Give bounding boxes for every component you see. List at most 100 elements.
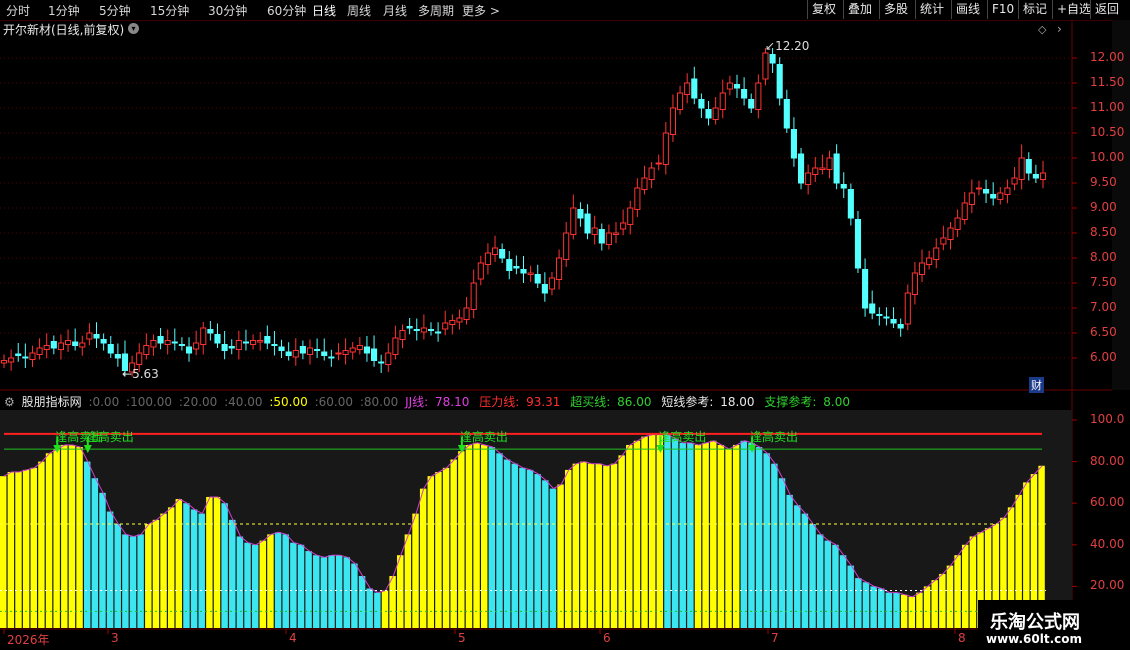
indicator-bar (962, 544, 969, 628)
candle-body (114, 354, 121, 359)
candle-body (577, 209, 584, 219)
x-tick-label: 4 (289, 631, 297, 645)
candle-body (726, 82, 733, 90)
indicator-bar (824, 540, 832, 628)
indicator-bar (76, 447, 83, 628)
price-tick-label: 6.00 (1090, 350, 1117, 364)
candle-body (805, 172, 812, 185)
indicator-bar (213, 496, 221, 628)
indicator-bar (855, 578, 862, 628)
candle-body (442, 322, 449, 330)
indicator-bar (145, 524, 152, 628)
indicator-bar (878, 588, 885, 628)
indicator-bar (305, 551, 312, 628)
candle-body (975, 187, 983, 190)
candle-body (463, 307, 470, 320)
candle-body (150, 340, 157, 348)
candle-body (662, 132, 669, 165)
indicator-bar (274, 532, 282, 628)
candle-body (36, 347, 43, 355)
indicator-bar (534, 474, 541, 628)
indicator-bar (587, 463, 595, 628)
indicator-bar (839, 555, 847, 628)
indicator-bar (328, 555, 335, 628)
chart-canvas: 逢高卖出逢高卖出 逢高卖出 逢高卖出 逢高卖出 (0, 20, 1112, 648)
indicator-bar (939, 573, 946, 628)
candle-body (306, 347, 314, 355)
x-tick-label: 7 (771, 631, 779, 645)
candle-body (0, 360, 8, 364)
candle-body (926, 257, 933, 265)
candle-body (634, 187, 641, 210)
candle-body (15, 353, 22, 356)
candle-body (1039, 172, 1047, 180)
indicator-bar (358, 576, 366, 628)
candle-body (86, 332, 93, 340)
indicator-bar (885, 592, 893, 628)
indicator-bar (397, 555, 404, 628)
candle-body (228, 346, 235, 349)
indicator-bar (557, 484, 564, 628)
candle-body (612, 232, 620, 235)
candle-body (940, 237, 947, 245)
price-tick-label: 12.00 (1090, 50, 1125, 64)
indicator-bar (389, 576, 396, 628)
candle-body (847, 189, 854, 219)
candle-body (584, 213, 591, 234)
pressure-line-value: 压力线: 93.31 (479, 395, 561, 409)
candle-body (1025, 159, 1032, 174)
candle-body (869, 303, 876, 314)
candle-body (193, 342, 200, 350)
indicator-bar (542, 480, 549, 628)
high-price-label: ↙12.20 (765, 39, 810, 53)
candle-body (563, 232, 570, 260)
indicator-bar (809, 524, 816, 628)
candle-body (299, 346, 306, 354)
candle-body (292, 350, 299, 358)
candle-body (819, 167, 826, 170)
indicator-bar (549, 488, 557, 628)
indicator-bar (167, 507, 175, 628)
candle-body (413, 329, 420, 331)
candle-body (741, 89, 748, 99)
candle-body (783, 99, 790, 129)
candle-body (1032, 174, 1039, 179)
candle-body (755, 82, 762, 110)
candle-body (641, 177, 648, 190)
indicator-bar (335, 555, 343, 628)
candle-body (93, 334, 100, 339)
indicator-bar (297, 544, 305, 628)
indicator-bar (160, 513, 167, 628)
candle-body (143, 345, 150, 355)
candle-body (157, 336, 164, 344)
indicator-bar (412, 513, 419, 628)
candle-body (911, 272, 918, 295)
finance-badge[interactable]: 财 (1029, 377, 1044, 393)
candle-body (456, 317, 463, 323)
signal-label: 逢高卖出 (460, 429, 508, 444)
price-tick-label: 10.00 (1090, 150, 1125, 164)
indicator-bar (61, 444, 68, 628)
candle-body (541, 284, 548, 294)
candle-body (769, 54, 776, 64)
candle-body (954, 217, 961, 230)
candle-body (43, 345, 50, 350)
candle-body (797, 153, 805, 184)
candle-body (214, 334, 221, 344)
candle-body (762, 52, 769, 80)
indicator-bar (908, 596, 916, 628)
indicator-bar (282, 534, 289, 628)
candle-body (356, 345, 363, 350)
indicator-tick-label: 60.00 (1090, 495, 1125, 510)
x-tick-label: 2026年 (7, 633, 50, 647)
candle-body (363, 346, 371, 354)
candle-body (833, 153, 840, 184)
indicator-bar (580, 461, 587, 628)
candle-body (484, 252, 491, 265)
candle-body (427, 329, 435, 331)
candle-body (499, 249, 506, 259)
indicator-bar (786, 494, 793, 628)
gear-icon[interactable]: ⚙ (4, 395, 15, 409)
signal-label: 逢高卖出 (750, 429, 798, 444)
indicator-name[interactable]: 股朋指标网 (22, 395, 82, 409)
